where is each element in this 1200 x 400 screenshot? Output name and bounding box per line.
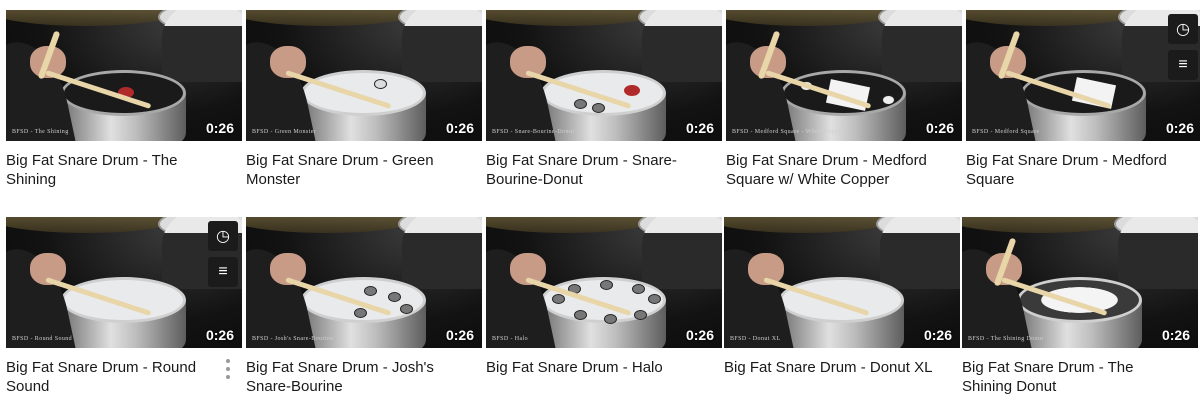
thumbnail-overlay-text: BFSD - Green Monster — [252, 129, 317, 135]
video-thumbnail[interactable]: BFSD - Round Sound 0:26 ◷ ≡ — [6, 217, 242, 348]
video-title[interactable]: Big Fat Snare Drum - Round Sound — [6, 358, 216, 396]
duration-badge: 0:26 — [445, 327, 474, 343]
video-card[interactable]: BFSD - Medford Square 0:26 ◷ ≡ Big Fat S… — [966, 10, 1200, 189]
video-card[interactable]: BFSD - Halo 0:26 Big Fat Snare Drum - Ha… — [486, 217, 722, 396]
video-card[interactable]: BFSD - Green Monster 0:26 Big Fat Snare … — [246, 10, 482, 189]
duration-badge: 0:26 — [1161, 327, 1190, 343]
video-thumbnail[interactable]: BFSD - The Shining 0:26 — [6, 10, 242, 141]
video-card[interactable]: BFSD - Josh's Snare-Bourine 0:26 Big Fat… — [246, 217, 482, 396]
video-thumbnail[interactable]: BFSD - The Shining Donut 0:26 — [962, 217, 1198, 348]
video-thumbnail[interactable]: BFSD - Josh's Snare-Bourine 0:26 — [246, 217, 482, 348]
duration-badge: 0:26 — [205, 120, 234, 136]
hover-actions: ◷ ≡ — [208, 221, 238, 293]
video-thumbnail[interactable]: BFSD - Donut XL 0:26 — [724, 217, 960, 348]
clock-icon[interactable]: ◷ — [1168, 14, 1198, 44]
video-title[interactable]: Big Fat Snare Drum - Snare-Bourine-Donut — [486, 151, 696, 189]
duration-badge: 0:26 — [685, 120, 714, 136]
video-title[interactable]: Big Fat Snare Drum - Josh's Snare-Bourin… — [246, 358, 456, 396]
video-title[interactable]: Big Fat Snare Drum - Medford Square — [966, 151, 1176, 189]
duration-badge: 0:26 — [923, 327, 952, 343]
thumbnail-overlay-text: BFSD - The Shining — [12, 129, 69, 135]
thumbnail-overlay-text: BFSD - Medford Square - White Copper — [732, 129, 845, 135]
duration-badge: 0:26 — [1165, 120, 1194, 136]
video-card[interactable]: BFSD - The Shining Donut 0:26 Big Fat Sn… — [962, 217, 1198, 396]
video-card[interactable]: BFSD - Donut XL 0:26 Big Fat Snare Drum … — [724, 217, 960, 396]
duration-badge: 0:26 — [925, 120, 954, 136]
video-title[interactable]: Big Fat Snare Drum - Halo — [486, 358, 696, 396]
queue-icon[interactable]: ≡ — [208, 257, 238, 287]
video-thumbnail[interactable]: BFSD - Halo 0:26 — [486, 217, 722, 348]
hover-actions: ◷ ≡ — [1168, 14, 1198, 86]
duration-badge: 0:26 — [205, 327, 234, 343]
video-card[interactable]: BFSD - Snare-Bourine-Donut 0:26 Big Fat … — [486, 10, 722, 189]
video-card[interactable]: BFSD - Round Sound 0:26 ◷ ≡ Big Fat Snar… — [6, 217, 242, 396]
thumbnail-overlay-text: BFSD - Josh's Snare-Bourine — [252, 336, 334, 342]
video-thumbnail[interactable]: BFSD - Snare-Bourine-Donut 0:26 — [486, 10, 722, 141]
video-thumbnail[interactable]: BFSD - Medford Square 0:26 ◷ ≡ — [966, 10, 1200, 141]
video-grid: BFSD - The Shining 0:26 Big Fat Snare Dr… — [0, 0, 1200, 400]
more-vertical-icon[interactable] — [224, 359, 232, 379]
thumbnail-overlay-text: BFSD - Halo — [492, 336, 529, 342]
thumbnail-overlay-text: BFSD - Snare-Bourine-Donut — [492, 129, 575, 135]
thumbnail-overlay-text: BFSD - The Shining Donut — [968, 336, 1044, 342]
video-thumbnail[interactable]: BFSD - Green Monster 0:26 — [246, 10, 482, 141]
video-card[interactable]: BFSD - Medford Square - White Copper 0:2… — [726, 10, 962, 189]
video-thumbnail[interactable]: BFSD - Medford Square - White Copper 0:2… — [726, 10, 962, 141]
duration-badge: 0:26 — [445, 120, 474, 136]
video-title[interactable]: Big Fat Snare Drum - Donut XL — [724, 358, 934, 396]
thumbnail-overlay-text: BFSD - Medford Square — [972, 129, 1040, 135]
video-title[interactable]: Big Fat Snare Drum - Green Monster — [246, 151, 456, 189]
thumbnail-overlay-text: BFSD - Donut XL — [730, 336, 781, 342]
thumbnail-overlay-text: BFSD - Round Sound — [12, 336, 73, 342]
duration-badge: 0:26 — [685, 327, 714, 343]
video-title[interactable]: Big Fat Snare Drum - Medford Square w/ W… — [726, 151, 936, 189]
queue-icon[interactable]: ≡ — [1168, 50, 1198, 80]
clock-icon[interactable]: ◷ — [208, 221, 238, 251]
video-title[interactable]: Big Fat Snare Drum - The Shining — [6, 151, 216, 189]
video-title[interactable]: Big Fat Snare Drum - The Shining Donut — [962, 358, 1172, 396]
video-card[interactable]: BFSD - The Shining 0:26 Big Fat Snare Dr… — [6, 10, 242, 189]
